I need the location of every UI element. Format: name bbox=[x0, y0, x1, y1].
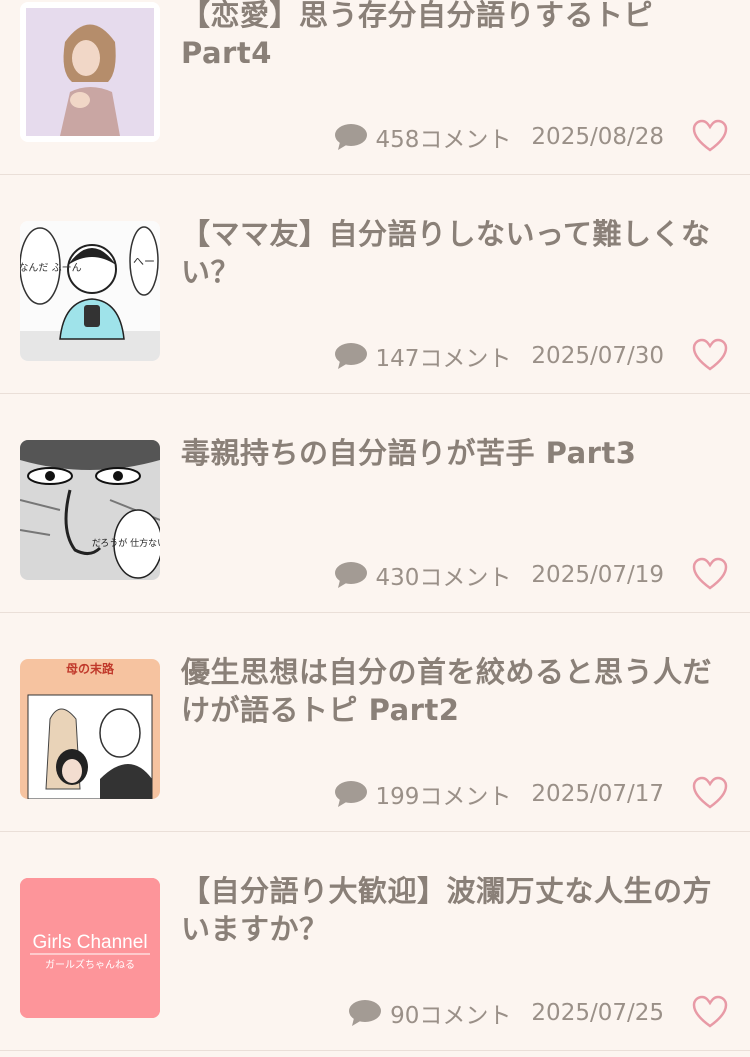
comment-count: 458コメント bbox=[334, 120, 512, 154]
cover-title: 母の末路 bbox=[66, 661, 115, 676]
comment-bubble-icon bbox=[334, 124, 367, 150]
heart-icon[interactable] bbox=[692, 338, 728, 372]
speech-text: そーなんだ ふーん bbox=[20, 262, 82, 274]
heart-icon[interactable] bbox=[692, 995, 728, 1029]
comment-bubble-icon bbox=[349, 1000, 382, 1026]
comment-count-label: 147コメント bbox=[375, 346, 512, 372]
list-item[interactable]: 母の末路 優生思想は自分の首を絞めると思う人だけが語るトピ Part2 199コ… bbox=[0, 613, 750, 832]
list-item[interactable]: そーなんだ ふーん へー 【ママ友】自分語りしないって難しくない？ 147コメン… bbox=[0, 175, 750, 394]
post-meta: 458コメント 2025/08/28 bbox=[334, 120, 664, 154]
post-title[interactable]: 【自分語り大歓迎】波瀾万丈な人生の方いますか？ bbox=[181, 872, 726, 948]
post-meta: 199コメント 2025/07/17 bbox=[334, 777, 664, 811]
list-item[interactable]: 【恋愛】思う存分自分語りするトピ Part4 458コメント 2025/08/2… bbox=[0, 0, 750, 175]
speech-text: へー bbox=[133, 255, 155, 268]
comment-count-label: 90コメント bbox=[390, 1003, 512, 1029]
topic-list: 【恋愛】思う存分自分語りするトピ Part4 458コメント 2025/08/2… bbox=[0, 0, 750, 1051]
post-meta: 90コメント 2025/07/25 bbox=[348, 996, 664, 1030]
post-date: 2025/07/25 bbox=[531, 1000, 664, 1026]
manga-cover-illustration: 母の末路 bbox=[20, 659, 160, 799]
thumbnail[interactable]: そーなんだ ふーん へー bbox=[20, 221, 160, 361]
post-title[interactable]: 【恋愛】思う存分自分語りするトピ Part4 bbox=[181, 0, 726, 72]
list-item[interactable]: Girls Channel ガールズちゃんねる 【自分語り大歓迎】波瀾万丈な人生… bbox=[0, 832, 750, 1051]
speech-text: だろうが 仕方ないんだ bbox=[92, 537, 160, 549]
girl-illustration bbox=[26, 8, 154, 136]
logo-text-en: Girls Channel bbox=[32, 932, 147, 953]
post-date: 2025/07/30 bbox=[531, 343, 664, 369]
comment-count: 90コメント bbox=[348, 996, 511, 1030]
comment-count-label: 430コメント bbox=[375, 565, 512, 591]
post-title[interactable]: 優生思想は自分の首を絞めると思う人だけが語るトピ Part2 bbox=[181, 653, 726, 729]
comment-count-label: 458コメント bbox=[375, 127, 512, 153]
post-meta: 147コメント 2025/07/30 bbox=[334, 339, 664, 373]
manga-phone-illustration: そーなんだ ふーん へー bbox=[20, 221, 160, 361]
post-meta: 430コメント 2025/07/19 bbox=[334, 558, 664, 592]
comment-count-label: 199コメント bbox=[375, 784, 512, 810]
heart-icon[interactable] bbox=[692, 119, 728, 153]
comment-count: 199コメント bbox=[334, 777, 512, 811]
thumbnail[interactable]: 母の末路 bbox=[20, 659, 160, 799]
post-date: 2025/08/28 bbox=[531, 124, 664, 150]
post-title[interactable]: 【ママ友】自分語りしないって難しくない？ bbox=[181, 215, 726, 291]
comment-count: 430コメント bbox=[334, 558, 512, 592]
post-date: 2025/07/17 bbox=[531, 781, 664, 807]
list-item[interactable]: だろうが 仕方ないんだ 毒親持ちの自分語りが苦手 Part3 430コメント 2… bbox=[0, 394, 750, 613]
comment-count: 147コメント bbox=[334, 339, 512, 373]
girls-channel-logo: Girls Channel ガールズちゃんねる bbox=[20, 878, 160, 1018]
thumbnail[interactable]: Girls Channel ガールズちゃんねる bbox=[20, 878, 160, 1018]
thumbnail[interactable] bbox=[20, 2, 160, 142]
thumbnail[interactable]: だろうが 仕方ないんだ bbox=[20, 440, 160, 580]
comment-bubble-icon bbox=[334, 343, 367, 369]
post-title[interactable]: 毒親持ちの自分語りが苦手 Part3 bbox=[181, 434, 726, 472]
comment-bubble-icon bbox=[334, 781, 367, 807]
post-date: 2025/07/19 bbox=[531, 562, 664, 588]
heart-icon[interactable] bbox=[692, 557, 728, 591]
comment-bubble-icon bbox=[334, 562, 367, 588]
heart-icon[interactable] bbox=[692, 776, 728, 810]
manga-face-illustration: だろうが 仕方ないんだ bbox=[20, 440, 160, 580]
logo-text-ja: ガールズちゃんねる bbox=[45, 958, 135, 971]
